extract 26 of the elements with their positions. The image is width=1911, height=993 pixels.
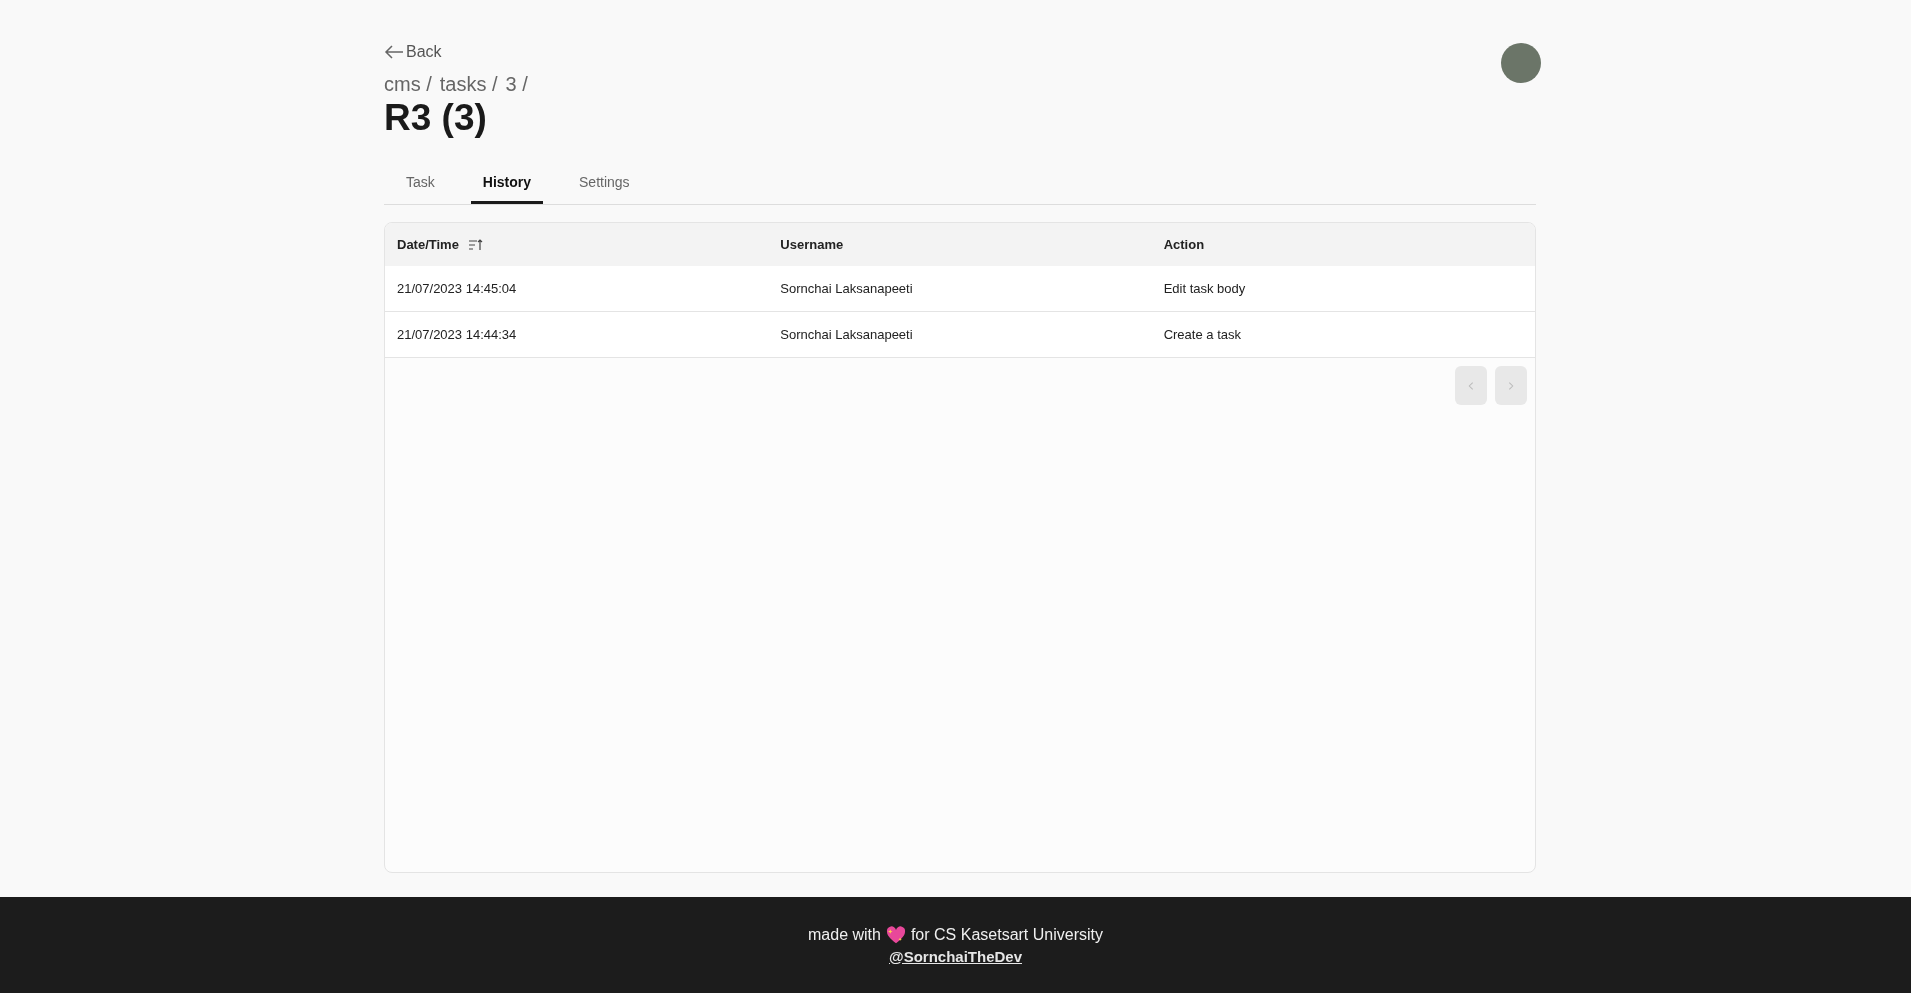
sort-icon[interactable] [468, 238, 483, 251]
arrow-left-icon [384, 44, 404, 60]
table-cell-text: Sornchai Laksanapeeti [779, 281, 914, 296]
table-cell-text: Edit task body [1162, 281, 1247, 296]
tab[interactable]: Settings [567, 162, 642, 204]
table-cell-text: Create a task [1162, 327, 1242, 342]
column-header: Action [1163, 237, 1205, 252]
back-link[interactable]: Back [384, 43, 442, 61]
tab[interactable]: Task [394, 162, 447, 204]
chevron-right-icon [1508, 381, 1514, 390]
profile-link[interactable]: @SornchaiTheDev [889, 947, 1022, 965]
column-header: Username [780, 237, 844, 252]
column-header: Date/Time [397, 237, 459, 252]
table-cell-text: Sornchai Laksanapeeti [779, 327, 914, 342]
breadcrumb-link[interactable]: 3 / [505, 73, 528, 96]
breadcrumb-link[interactable]: cms / [384, 73, 432, 96]
tab[interactable]: History [470, 162, 544, 204]
table-cell-text: 21/07/2023 14:44:34 [396, 327, 518, 342]
breadcrumb-link[interactable]: tasks / [439, 73, 498, 96]
footer-text: for CS Kasetsart University [910, 925, 1103, 944]
avatar[interactable] [1501, 43, 1541, 83]
footer-text: made with [808, 925, 881, 944]
sparkling-heart-icon [885, 925, 906, 944]
chevron-left-icon [1468, 381, 1474, 390]
table-cell-text: 21/07/2023 14:45:04 [396, 281, 518, 296]
page-title: R3 (3) [384, 96, 488, 140]
